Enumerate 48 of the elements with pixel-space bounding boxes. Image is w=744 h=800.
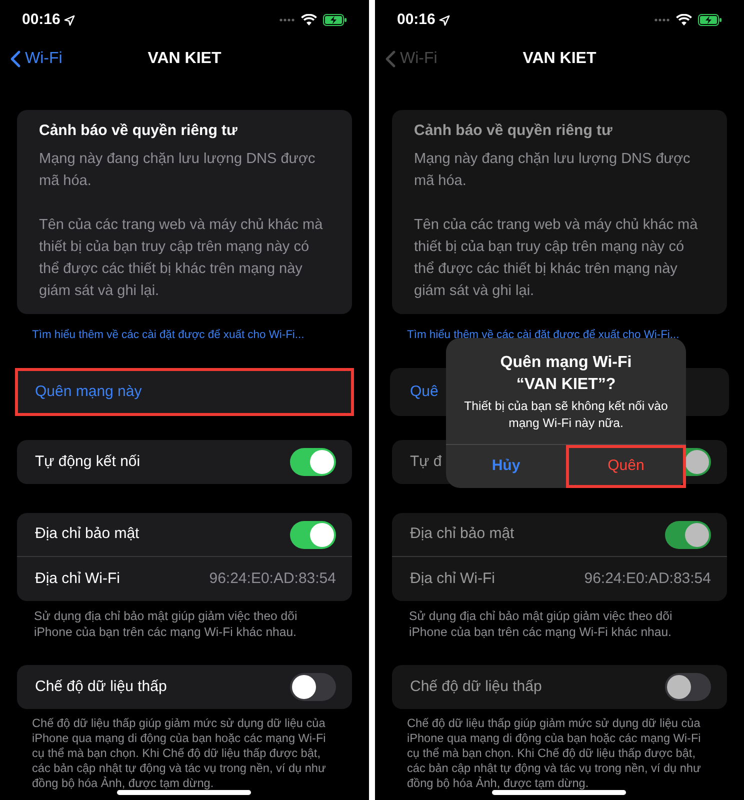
learn-more-link[interactable]: Tìm hiểu thêm về các cài đặt được để xuất cho Wi-Fi...: [407, 329, 680, 341]
footnote-text: Chế độ dữ liệu thấp giúp giảm mức sử dụng dữ liệu của iPhone qua mạng di động của bạn hoặc các mạng Wi-Fi cụ thể mà bạn chọn. Khi Chế độ dữ liệu thấp được bật, các bản cập nhật tự động và tác vụ trong nền, ví dụ như đồng bộ hóa Ảnh, được tạm dừng.: [31, 716, 327, 791]
warning-text: Tên của các trang web và máy chủ khác mà thiết bị của bạn truy cập trên mạng này có thể được các thiết bị khác trên mạng này giám sát và ghi lại.: [39, 216, 324, 301]
wifi-address-value: 96:24:E0:AD:83:54: [584, 568, 711, 589]
forget-network-row[interactable]: Quên mạng này: [15, 368, 354, 416]
row-label: Tự đ: [410, 452, 442, 472]
warning-text: Mạng này đang chặn lưu lượng DNS được mã hóa.: [39, 150, 316, 191]
wifi-address-value: 96:24:E0:AD:83:54: [209, 568, 336, 589]
footnote-text: Sử dụng địa chỉ bảo mật giúp giảm việc theo dõi iPhone của bạn trên các mạng Wi-Fi khác nhau.: [33, 608, 298, 640]
wifi-icon: [301, 14, 317, 26]
screen-title: VAN KIET: [522, 49, 596, 69]
status-time: 00:16: [397, 10, 436, 30]
battery-charging-icon: [323, 14, 347, 26]
warning-text: Mạng này đang chặn lưu lượng DNS được mã hóa.: [414, 150, 692, 191]
row-label: Tự động kết nối: [35, 452, 140, 472]
back-link[interactable]: Wi-Fi: [385, 47, 438, 71]
warning-title: Cảnh báo về quyền riêng tư: [39, 121, 238, 141]
back-link[interactable]: Wi-Fi: [10, 47, 62, 71]
chevron-left-icon: [10, 50, 21, 68]
row-label: Địa chỉ bảo mật: [410, 524, 514, 544]
toggle-switch[interactable]: [665, 520, 711, 548]
screen-title: VAN KIET: [148, 49, 222, 69]
row-label: Địa chỉ Wi-Fi: [410, 568, 495, 589]
alert-title: Quên mạng Wi-Fi “VAN KIET”?: [499, 353, 633, 395]
status-time: 00:16: [22, 10, 60, 30]
toggle-switch[interactable]: [290, 448, 336, 476]
footnote-text: Sử dụng địa chỉ bảo mật giúp giảm việc theo dõi iPhone của bạn trên các mạng Wi-Fi khác nhau.: [408, 608, 674, 640]
toggle-switch[interactable]: [290, 673, 336, 701]
warning-text: Tên của các trang web và máy chủ khác mà thiết bị của bạn truy cập trên mạng này có thể được các thiết bị khác trên mạng này giám sát và ghi lại.: [414, 216, 699, 301]
footnote-text: Chế độ dữ liệu thấp giúp giảm mức sử dụng dữ liệu của iPhone qua mạng di động của bạn hoặc các mạng Wi-Fi cụ thể mà bạn chọn. Khi Chế độ dữ liệu thấp được bật, các bản cập nhật tự động và tác vụ trong nền, ví dụ như đồng bộ hóa Ảnh, được tạm dừng.: [406, 716, 702, 791]
row-label: Chế độ dữ liệu thấp: [35, 676, 167, 697]
row-label: Địa chỉ Wi-Fi: [35, 568, 120, 589]
signal-icon: [654, 18, 670, 22]
learn-more-link[interactable]: Tìm hiểu thêm về các cài đặt được để xuất cho Wi-Fi...: [32, 329, 304, 341]
signal-icon: [279, 18, 295, 22]
row-label: Địa chỉ bảo mật: [35, 524, 140, 544]
alert-message: Thiết bị của bạn sẽ không kết nối vào mạng Wi-Fi này nữa.: [463, 398, 669, 432]
battery-charging-icon: [698, 14, 722, 26]
location-arrow-icon: [439, 14, 450, 26]
toggle-switch[interactable]: [290, 520, 336, 548]
alert-button[interactable]: Quên: [566, 445, 686, 488]
wifi-icon: [676, 14, 692, 26]
alert-button[interactable]: Hủy: [446, 445, 566, 488]
warning-title: Cảnh báo về quyền riêng tư: [414, 121, 614, 141]
row-label: Chế độ dữ liệu thấp: [410, 676, 542, 697]
toggle-switch[interactable]: [665, 673, 711, 701]
chevron-left-icon: [385, 50, 396, 68]
location-arrow-icon: [64, 14, 76, 26]
